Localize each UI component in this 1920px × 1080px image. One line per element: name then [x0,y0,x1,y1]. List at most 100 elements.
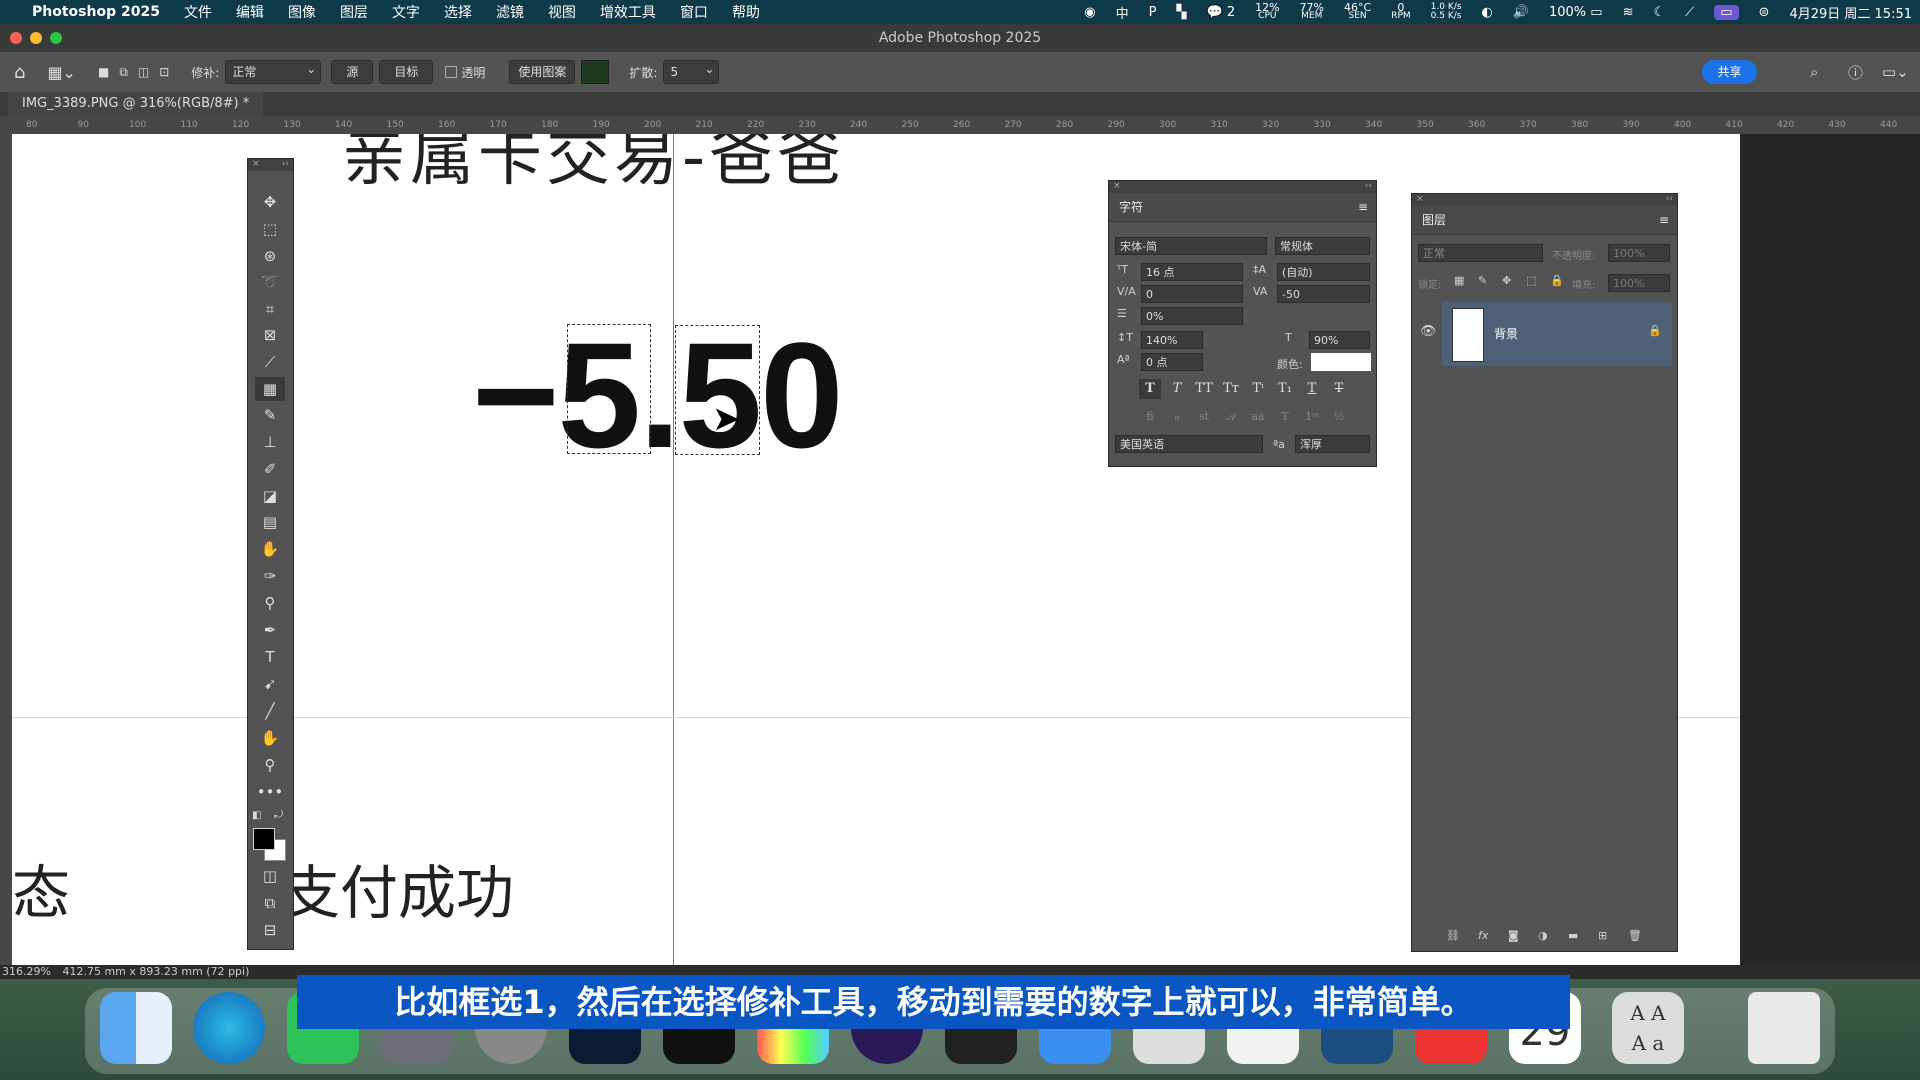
patch-tool-preset-icon[interactable]: ▦⌄ [47,63,76,82]
layer-visibility-icon[interactable]: 👁 [1420,324,1437,339]
pen-icon[interactable]: ⟋ [1685,5,1694,20]
layer-row-background[interactable]: 背景 🔒 [1442,302,1672,366]
trash-icon[interactable] [1748,992,1820,1064]
baseline-shift-field[interactable]: 0 点 [1141,353,1203,371]
battery-status[interactable]: 100% ▭ [1549,5,1603,20]
kerning-field[interactable]: 0 [1141,285,1243,303]
hand-tool-icon[interactable]: ✋ [255,726,285,750]
text-color-swatch[interactable] [1311,353,1371,371]
font-family-select[interactable]: 宋体-简 [1115,237,1267,255]
menu-help[interactable]: 帮助 [732,2,760,22]
blend-mode-select[interactable]: 正常 [1418,244,1543,262]
lock-position-icon[interactable]: ✥ [1502,274,1511,287]
selection-subtract-icon[interactable]: ◫ [138,65,149,79]
panel-menu-icon[interactable]: ≡ [1358,193,1368,221]
layers-menu-icon[interactable]: ≡ [1659,206,1669,234]
moon-icon[interactable]: ☾ [1653,5,1665,20]
lock-all-icon[interactable]: 🔒 [1550,274,1564,287]
layers-panel-title[interactable]: 图层 ≡ [1412,206,1677,235]
subscript-button[interactable]: T₁ [1274,379,1296,399]
lasso-tool-icon[interactable]: ➰ [255,270,285,294]
selection-add-icon[interactable]: ⧉ [119,65,128,80]
selection-intersect-icon[interactable]: ⊡ [159,65,169,79]
opacity-field[interactable]: 100% [1608,244,1670,262]
clock[interactable]: 4月29日 周二 15:51 [1789,3,1912,22]
swap-colors-icon[interactable]: ⤾ [274,808,283,822]
bookmark-icon[interactable]: ▚ [1177,5,1187,20]
vertical-ruler[interactable] [0,134,12,965]
character-panel-title[interactable]: 字符 ≡ [1109,193,1376,222]
finder-icon[interactable] [100,992,172,1064]
link-layers-icon[interactable]: ⛓ [1446,929,1460,942]
stamp-tool-icon[interactable]: ⊥ [255,430,285,454]
add-mask-icon[interactable]: ◙ [1508,929,1519,942]
lock-pixels-icon[interactable]: ✎ [1478,274,1487,287]
all-caps-button[interactable]: TT [1193,379,1215,399]
fractions-button[interactable]: ½ [1328,407,1350,427]
edge-icon[interactable] [193,992,265,1064]
smudge-tool-icon[interactable]: ✑ [255,564,285,588]
type-tool-icon[interactable]: T [255,645,285,669]
sync-icon[interactable]: ◐ [1481,5,1492,20]
patch-selection-1[interactable] [567,324,651,454]
titling-button[interactable]: aa [1247,407,1269,427]
menu-filter[interactable]: 滤镜 [496,2,524,22]
zoom-level[interactable]: 316.29% [2,965,51,978]
quick-mask-icon[interactable]: ◫ [255,864,285,888]
menu-window[interactable]: 窗口 [680,2,708,22]
leading-field[interactable]: (自动) [1277,263,1370,281]
dodge-tool-icon[interactable]: ⚲ [255,591,285,615]
path-selection-tool-icon[interactable]: ➹ [255,672,285,696]
group-folder-icon[interactable]: ▬ [1568,929,1578,942]
workspace-icon[interactable]: ▭⌄ [1882,63,1909,81]
app-menu[interactable]: Photoshop 2025 [32,4,160,20]
fx-icon[interactable]: fx [1478,929,1488,942]
menu-edit[interactable]: 编辑 [236,2,264,22]
font-book-icon[interactable]: A A A a [1612,992,1684,1064]
frame-tool-icon[interactable]: ⊠ [255,323,285,347]
character-panel-header[interactable]: × ‹‹ [1109,181,1376,193]
tracking-field[interactable]: -50 [1277,285,1370,303]
search-icon[interactable]: ⌕ [1810,63,1818,81]
transparent-checkbox[interactable] [445,66,458,78]
move-tool-icon[interactable]: ✥ [255,190,285,214]
default-colors-icon[interactable]: ◧ [252,810,261,821]
guide-vertical[interactable] [673,134,674,965]
pattern-swatch[interactable] [581,60,610,84]
menu-file[interactable]: 文件 [184,2,212,22]
volume-icon[interactable]: 🔊 [1513,5,1529,20]
menu-type[interactable]: 文字 [392,2,420,22]
screen-mirror-icon[interactable]: ▭ [1714,4,1739,20]
record-icon[interactable]: ◉ [1084,5,1095,20]
diffusion-select[interactable]: 5 [663,58,720,84]
menu-select[interactable]: 选择 [444,2,472,22]
eraser-tool-icon[interactable]: ◪ [255,484,285,508]
foreground-color-swatch[interactable] [253,828,275,850]
small-caps-button[interactable]: Tт [1220,379,1242,399]
target-button[interactable]: 目标 [379,60,434,84]
menu-layer[interactable]: 图层 [340,2,368,22]
antialias-select[interactable]: 浑厚 [1295,435,1370,453]
superscript-button[interactable]: Tⁱ [1247,379,1269,399]
patch-tool-icon[interactable]: ▦ [255,377,285,401]
control-center-icon[interactable]: ⊜ [1759,5,1770,20]
new-layer-icon[interactable]: ⊞ [1598,929,1607,942]
font-style-select[interactable]: 常规体 [1275,237,1370,255]
language-select[interactable]: 美国英语 [1115,435,1263,453]
adjustment-layer-icon[interactable]: ◑ [1538,929,1548,942]
document-tab[interactable]: IMG_3389.PNG @ 316%(RGB/8#) * [8,92,264,116]
horizontal-ruler[interactable]: 80 90 100 110 120 130 140 150 160 170 180 190 200 210… [0,116,1920,135]
strikethrough-button[interactable]: T [1328,379,1350,399]
wifi-icon[interactable]: ≋ [1623,5,1634,20]
home-icon[interactable]: ⌂ [14,62,25,83]
ligature-button[interactable]: ﬁ [1139,407,1161,427]
fill-field[interactable]: 100% [1608,274,1670,292]
stylistic-button[interactable]: 𝒜 [1220,407,1242,427]
selection-new-icon[interactable]: ■ [98,65,109,79]
faux-italic-button[interactable]: T [1166,379,1188,399]
eyedropper-tool-icon[interactable]: ⟋ [255,350,285,374]
ordinals-button[interactable]: 1ˢᵗ [1301,407,1323,427]
font-size-field[interactable]: 16 点 [1141,263,1243,281]
blur-tool-icon[interactable]: ✋ [255,537,285,561]
help-icon[interactable]: ⓘ [1848,62,1863,83]
